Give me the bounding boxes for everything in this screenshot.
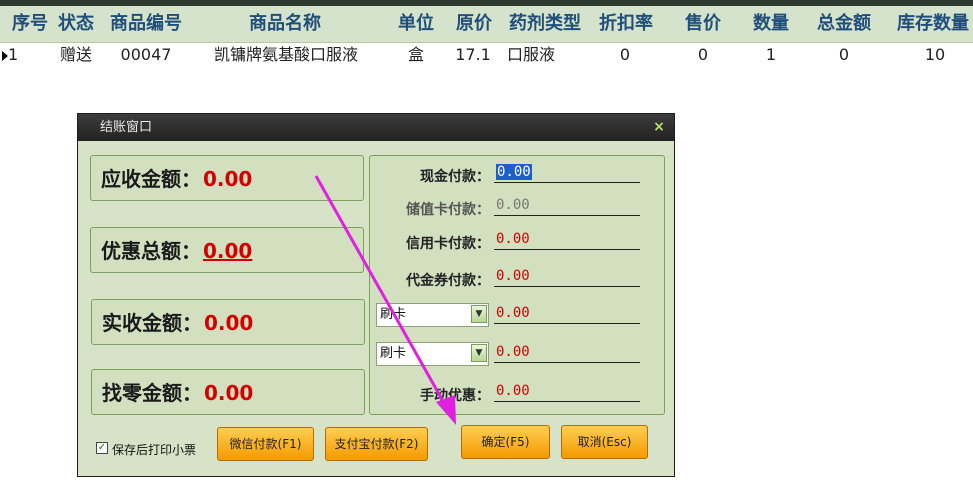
credit-card-input[interactable]: 0.00 <box>494 229 640 250</box>
stored-card-label: 储值卡付款： <box>406 202 490 218</box>
cell-price: 17.1 <box>455 45 491 64</box>
print-receipt-label: 保存后打印小票 <box>112 443 197 457</box>
col-header-total[interactable]: 总金额 <box>812 6 876 42</box>
confirm-button[interactable]: 确定(F5) <box>461 425 550 459</box>
chevron-down-icon[interactable]: ▼ <box>471 305 487 323</box>
payment-method-amount-2[interactable]: 0.00 <box>494 342 640 363</box>
wechat-pay-button[interactable]: 微信付款(F1) <box>217 427 314 461</box>
discount-total-value: 0.00 <box>203 239 253 263</box>
col-header-qty[interactable]: 数量 <box>748 6 794 42</box>
dialog-title: 结账窗口 <box>100 120 153 135</box>
chevron-down-icon[interactable]: ▼ <box>471 344 487 362</box>
change-value: 0.00 <box>204 381 254 405</box>
cash-input[interactable]: 0.00 <box>494 162 640 183</box>
cell-index: 1 <box>8 45 19 64</box>
col-header-stock[interactable]: 库存数量 <box>893 6 973 42</box>
table-row[interactable]: 1 赠送 00047 凯镛牌氨基酸口服液 盒 17.1 口服液 0 0 1 0 … <box>0 42 973 68</box>
col-header-unit[interactable]: 单位 <box>392 6 440 42</box>
col-header-type[interactable]: 药剂类型 <box>502 6 588 42</box>
cell-qty: 1 <box>765 45 777 64</box>
grid-header: 序号 状态 商品编号 商品名称 单位 原价 药剂类型 折扣率 售价 数量 总金额… <box>0 6 973 43</box>
cash-label: 现金付款： <box>420 169 490 185</box>
change-label: 找零金额： 0.00 <box>102 381 254 405</box>
credit-card-label: 信用卡付款： <box>406 236 490 252</box>
received-box: 实收金额： 0.00 <box>91 299 365 345</box>
payments-box: 现金付款： 0.00 储值卡付款： 0.00 信用卡付款： 0.00 代金券付款… <box>369 155 665 415</box>
payment-method-select-2[interactable]: 刷卡 ▼ <box>376 342 489 366</box>
col-header-status[interactable]: 状态 <box>54 6 98 42</box>
voucher-label: 代金券付款： <box>406 273 490 289</box>
cancel-button[interactable]: 取消(Esc) <box>561 425 648 459</box>
receivable-value: 0.00 <box>203 167 253 191</box>
discount-total-box: 优惠总额： 0.00 <box>90 227 364 273</box>
cell-stock: 10 <box>924 45 946 64</box>
dialog-titlebar[interactable]: 结账窗口 × <box>78 114 674 141</box>
received-label: 实收金额： 0.00 <box>102 311 254 335</box>
alipay-button[interactable]: 支付宝付款(F2) <box>325 427 428 461</box>
voucher-input[interactable]: 0.00 <box>494 266 640 287</box>
col-header-name[interactable]: 商品名称 <box>205 6 365 42</box>
col-header-code[interactable]: 商品编号 <box>104 6 188 42</box>
discount-total-label: 优惠总额： 0.00 <box>101 239 253 263</box>
col-header-price[interactable]: 原价 <box>450 6 498 42</box>
col-header-discount[interactable]: 折扣率 <box>594 6 658 42</box>
col-header-sale-price[interactable]: 售价 <box>680 6 726 42</box>
cell-code: 00047 <box>120 45 172 64</box>
payment-method-select-1[interactable]: 刷卡 ▼ <box>376 303 489 327</box>
cell-status: 赠送 <box>59 45 92 64</box>
manual-discount-label: 手动优惠： <box>420 388 490 404</box>
cell-discount: 0 <box>619 45 631 64</box>
stored-card-input[interactable]: 0.00 <box>494 195 640 216</box>
receivable-label: 应收金额： 0.00 <box>101 167 253 191</box>
received-value: 0.00 <box>204 311 254 335</box>
col-header-index[interactable]: 序号 <box>8 6 52 42</box>
checkout-dialog: 结账窗口 × 应收金额： 0.00 优惠总额： 0.00 实收金额： 0.00 找零金… <box>77 113 675 477</box>
payment-method-amount-1[interactable]: 0.00 <box>494 303 640 324</box>
change-box: 找零金额： 0.00 <box>91 369 365 415</box>
cell-unit: 盒 <box>407 45 424 64</box>
cell-type: 口服液 <box>506 45 555 64</box>
checkmark-icon[interactable]: ✓ <box>96 442 108 454</box>
cell-sale-price: 0 <box>697 45 709 64</box>
cell-name: 凯镛牌氨基酸口服液 <box>213 45 358 64</box>
manual-discount-input[interactable]: 0.00 <box>494 381 640 402</box>
cell-total: 0 <box>838 45 850 64</box>
close-icon[interactable]: × <box>652 120 666 134</box>
receivable-box: 应收金额： 0.00 <box>90 155 364 201</box>
